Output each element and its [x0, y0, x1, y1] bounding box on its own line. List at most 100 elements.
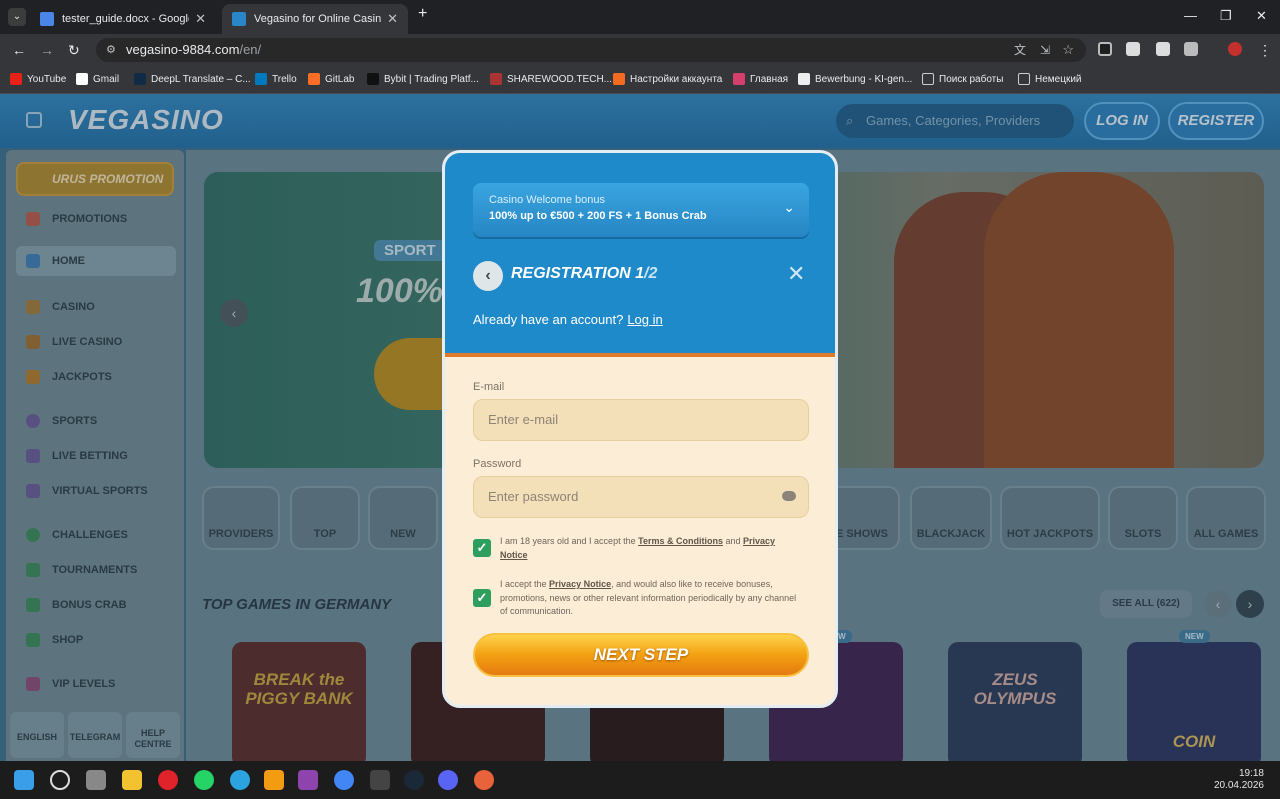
age-terms-checkbox[interactable]: ✓: [473, 539, 491, 557]
bookmark-gmail[interactable]: Gmail: [76, 73, 119, 85]
vegasino-icon: [232, 12, 246, 26]
new-tab-button[interactable]: +: [418, 5, 427, 23]
bookmark-bybit[interactable]: Bybit | Trading Platf...: [367, 73, 479, 85]
browser-tab-strip: ⌄ tester_guide.docx - Google Док ✕ Vegas…: [0, 0, 1280, 34]
registration-title: REGISTRATION 1/2: [511, 265, 657, 283]
minimize-icon[interactable]: —: [1184, 8, 1197, 23]
forward-arrow-icon[interactable]: →: [40, 42, 54, 58]
telegram-icon[interactable]: [230, 770, 250, 790]
system-clock[interactable]: 19:18 20.04.2026: [1214, 768, 1264, 792]
bookmark-deepl[interactable]: DeepL Translate – C...: [134, 73, 251, 85]
bookmark-label: YouTube: [27, 73, 67, 85]
welcome-bonus-selector[interactable]: Casino Welcome bonus 100% up to €500 + 2…: [473, 183, 809, 237]
registration-modal: Casino Welcome bonus 100% up to €500 + 2…: [442, 150, 838, 708]
eye-icon[interactable]: [782, 491, 796, 501]
close-tab-icon[interactable]: ✕: [387, 11, 398, 27]
close-window-icon[interactable]: ✕: [1256, 8, 1267, 24]
back-arrow-icon[interactable]: ←: [12, 42, 26, 58]
back-arrow-icon[interactable]: ‹: [473, 261, 503, 291]
password-field[interactable]: Enter password: [473, 476, 809, 518]
bookmarks-bar: YouTube Gmail DeepL Translate – C... Tre…: [0, 66, 1280, 94]
profile-avatar-icon[interactable]: [1228, 42, 1242, 56]
task-view-icon[interactable]: [86, 770, 106, 790]
consent-text: I accept the: [500, 579, 547, 589]
bookmark-label: GitLab: [325, 73, 355, 85]
site-info-icon[interactable]: ⚙: [106, 38, 116, 62]
bookmark-label: Главная: [750, 73, 789, 85]
pycharm-icon[interactable]: [298, 770, 318, 790]
bookmark-label: SHAREWOOD.TECH...: [507, 73, 613, 85]
bookmark-bewerbung[interactable]: Bewerbung - KI-gen...: [798, 73, 912, 85]
deepl-icon: [134, 73, 146, 85]
bookmark-folder-german[interactable]: Немецкий: [1018, 73, 1082, 85]
url-path: /en/: [239, 42, 262, 57]
translate-icon[interactable]: 文: [1014, 38, 1026, 62]
gmail-icon: [76, 73, 88, 85]
terms-text: I am 18 years old and I accept the: [500, 536, 636, 546]
bonus-title: 100% up to €500 + 200 FS + 1 Bonus Crab: [489, 210, 707, 222]
bookmark-trello[interactable]: Trello: [255, 73, 297, 85]
marketing-consent-checkbox[interactable]: ✓: [473, 589, 491, 607]
extension-icon[interactable]: [1126, 42, 1140, 56]
password-label: Password: [473, 458, 522, 470]
steam-icon[interactable]: [404, 770, 424, 790]
folder-icon: [1018, 73, 1030, 85]
address-bar[interactable]: ⚙ vegasino-9884.com/en/ 文 ⇲ ☆: [96, 38, 1086, 62]
claude-icon[interactable]: [474, 770, 494, 790]
bookmark-label: Поиск работы: [939, 73, 1004, 85]
bybit-icon: [367, 73, 379, 85]
more-menu-icon[interactable]: ⋮: [1258, 42, 1272, 59]
privacy-link[interactable]: Privacy Notice: [549, 579, 611, 589]
registration-title-text: REGISTRATION 1: [511, 265, 645, 282]
bonus-kicker: Casino Welcome bonus: [489, 194, 605, 206]
docs-icon: [40, 12, 54, 26]
close-icon[interactable]: ✕: [787, 261, 805, 287]
sublime-icon[interactable]: [264, 770, 284, 790]
next-step-button[interactable]: NEXT STEP: [473, 633, 809, 677]
email-field[interactable]: Enter e-mail: [473, 399, 809, 441]
tab-title: tester_guide.docx - Google Док: [62, 13, 189, 25]
terms-link[interactable]: Terms & Conditions: [638, 536, 723, 546]
extension-icon[interactable]: [1156, 42, 1170, 56]
home-site-icon: [733, 73, 745, 85]
bookmark-label: Немецкий: [1035, 73, 1082, 85]
browser-toolbar: ← → ↻ ⚙ vegasino-9884.com/en/ 文 ⇲ ☆ ⋮: [0, 34, 1280, 66]
url-host: vegasino-9884.com: [126, 42, 240, 57]
discord-icon[interactable]: [438, 770, 458, 790]
reload-icon[interactable]: ↻: [68, 42, 80, 59]
search-icon[interactable]: [50, 770, 70, 790]
login-link[interactable]: Log in: [627, 312, 662, 327]
bookmark-star-icon[interactable]: ☆: [1062, 38, 1074, 62]
bookmark-youtube[interactable]: YouTube: [10, 73, 66, 85]
windows-start-icon[interactable]: [14, 770, 34, 790]
whatsapp-icon[interactable]: [194, 770, 214, 790]
extension-icon[interactable]: [1098, 42, 1112, 56]
tab-tester-guide[interactable]: tester_guide.docx - Google Док ✕: [30, 4, 216, 34]
opera-icon[interactable]: [158, 770, 178, 790]
tab-vegasino[interactable]: Vegasino for Online Casino and ✕: [222, 4, 408, 34]
maximize-icon[interactable]: ❐: [1220, 8, 1232, 24]
trello-icon: [255, 73, 267, 85]
install-app-icon[interactable]: ⇲: [1040, 38, 1050, 62]
close-tab-icon[interactable]: ✕: [195, 11, 206, 27]
bookmark-home[interactable]: Главная: [733, 73, 788, 85]
chevron-down-icon: ⌄: [783, 199, 795, 215]
gitlab-icon: [308, 73, 320, 85]
extensions-puzzle-icon[interactable]: [1184, 42, 1198, 56]
registration-step: /2: [644, 265, 658, 282]
file-explorer-icon[interactable]: [122, 770, 142, 790]
youtube-icon: [10, 73, 22, 85]
sharewood-icon: [490, 73, 502, 85]
settings-site-icon: [613, 73, 625, 85]
app-icon[interactable]: [370, 770, 390, 790]
tab-search-button[interactable]: ⌄: [8, 8, 26, 26]
chrome-icon[interactable]: [334, 770, 354, 790]
bookmark-account-settings[interactable]: Настройки аккаунта: [613, 73, 722, 85]
header-divider: [445, 353, 835, 357]
bewerbung-icon: [798, 73, 810, 85]
bookmark-folder-job-search[interactable]: Поиск работы: [922, 73, 1003, 85]
marketing-consent-text: I accept the Privacy Notice, and would a…: [500, 578, 800, 619]
bookmark-label: Настройки аккаунта: [630, 73, 723, 85]
bookmark-sharewood[interactable]: SHAREWOOD.TECH...: [490, 73, 612, 85]
bookmark-gitlab[interactable]: GitLab: [308, 73, 354, 85]
